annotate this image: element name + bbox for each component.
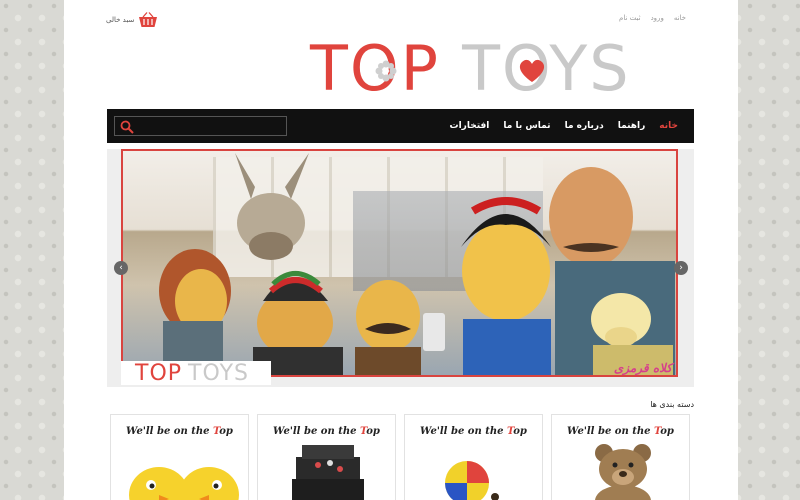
search-input[interactable] xyxy=(139,119,281,133)
category-card[interactable]: We'll be on the Top xyxy=(551,414,690,500)
search-box[interactable] xyxy=(114,116,287,136)
category-cards: We'll be on the Top We'll be on the Top … xyxy=(110,414,692,500)
slide-caption-logo: TOP TOYS xyxy=(121,360,271,386)
slider-next-button[interactable]: › xyxy=(674,261,688,275)
nav-item-about[interactable]: درباره ما xyxy=(565,121,604,131)
card-tag-pre: We'll be on the xyxy=(420,426,507,437)
card-tag-post: op xyxy=(219,426,233,437)
site-logo[interactable]: TOP TOYS xyxy=(310,36,640,102)
hero-slider[interactable]: ‹ › TOP TOYS کلاه قرمزی xyxy=(107,149,694,387)
category-card[interactable]: We'll be on the Top xyxy=(257,414,396,500)
card-tagline: We'll be on the Top xyxy=(111,426,248,437)
category-card[interactable]: We'll be on the Top xyxy=(404,414,543,500)
card-tag-pre: We'll be on the xyxy=(273,426,360,437)
top-link-register[interactable]: ثبت نام xyxy=(619,14,641,22)
flower-icon xyxy=(375,60,397,82)
card-tag-post: op xyxy=(513,426,527,437)
card-tag-post: op xyxy=(660,426,674,437)
beach-ball-image xyxy=(445,461,499,500)
card-tagline: We'll be on the Top xyxy=(552,426,689,437)
categories-title: دسته بندی ها xyxy=(650,400,694,409)
cart-label: سبد خالی xyxy=(106,16,135,24)
heart-icon xyxy=(519,59,545,82)
cart-button[interactable]: سبد خالی xyxy=(106,12,158,28)
card-tag-pre: We'll be on the xyxy=(126,426,213,437)
card-tag-post: op xyxy=(366,426,380,437)
nav-item-help[interactable]: راهنما xyxy=(618,121,646,131)
search-icon[interactable] xyxy=(120,120,134,134)
card-tagline: We'll be on the Top xyxy=(405,426,542,437)
top-link-login[interactable]: ورود xyxy=(651,14,664,22)
page-container: خانه ورود ثبت نام سبد خالی TOP TOYS خانه… xyxy=(64,0,738,500)
card-tag-pre: We'll be on the xyxy=(567,426,654,437)
gift-boxes-image xyxy=(292,445,364,500)
basket-icon xyxy=(139,12,158,27)
chevron-left-icon: ‹ xyxy=(119,263,123,273)
card-tagline: We'll be on the Top xyxy=(258,426,395,437)
slider-prev-button[interactable]: ‹ xyxy=(114,261,128,275)
plush-chicks-image xyxy=(129,467,239,500)
nav-item-contact[interactable]: تماس با ما xyxy=(503,121,550,131)
main-navbar: خانه راهنما درباره ما تماس با ما افتخارا… xyxy=(107,109,694,143)
chevron-right-icon: › xyxy=(679,263,683,273)
nav-menu: خانه راهنما درباره ما تماس با ما افتخارا… xyxy=(450,109,678,143)
nav-item-honors[interactable]: افتخارات xyxy=(450,121,490,131)
top-link-home[interactable]: خانه xyxy=(674,14,686,22)
nav-item-home[interactable]: خانه xyxy=(659,121,678,131)
puppets-illustration xyxy=(159,153,675,375)
teddy-bear-image xyxy=(595,444,651,500)
caption-word-top: TOP xyxy=(135,360,183,386)
slide-brand-text: کلاه قرمزی xyxy=(613,361,672,375)
top-links: خانه ورود ثبت نام xyxy=(619,14,686,22)
slide-image xyxy=(121,149,678,377)
category-card[interactable]: We'll be on the Top xyxy=(110,414,249,500)
caption-word-toys: TOYS xyxy=(188,360,249,386)
